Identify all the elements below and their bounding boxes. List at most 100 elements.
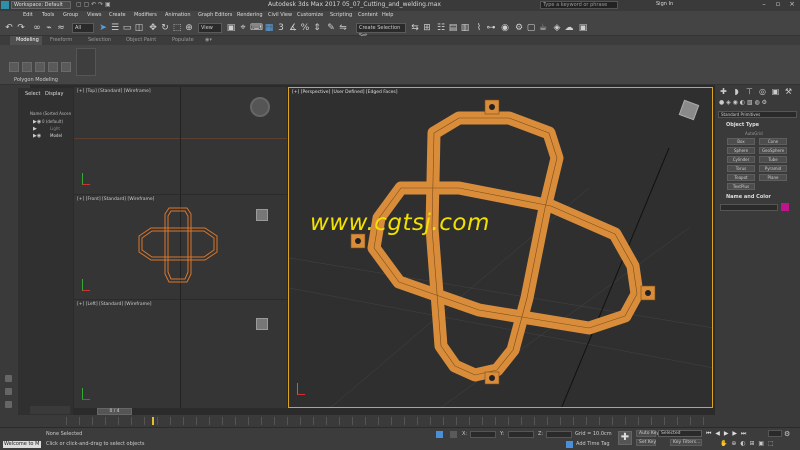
schematic-view-icon[interactable]: ⊶ [486, 23, 496, 33]
maximize-icon[interactable]: ▫ [772, 0, 784, 10]
ribbon-toggle-icon[interactable]: ▥ [460, 23, 470, 33]
x-coordinate-field[interactable] [470, 431, 496, 438]
list-item[interactable]: Light [50, 126, 60, 131]
a360-icon[interactable]: ☁ [564, 23, 574, 33]
rendered-frame-icon[interactable]: ▢ [526, 23, 536, 33]
named-selection-dropdown[interactable]: Create Selection Set [356, 23, 406, 39]
menu-customize[interactable]: Customize [297, 12, 323, 18]
lock-selection-icon[interactable] [436, 431, 443, 438]
textplus-button[interactable]: TextPlus [727, 183, 755, 190]
tab-populate[interactable]: Populate [172, 37, 194, 43]
time-config-icon[interactable]: ⚙ [784, 430, 792, 438]
undo-icon[interactable]: ↶ [4, 23, 14, 33]
sphere-button[interactable]: Sphere [727, 147, 755, 154]
material-editor-icon[interactable]: ◉ [500, 23, 510, 33]
key-filters-button[interactable]: Key Filters... [670, 439, 702, 446]
ribbon-options-icon[interactable]: ◉▾ [205, 37, 212, 43]
teapot-button[interactable]: Teapot [727, 174, 755, 181]
edit-named-selection-icon[interactable]: ✎ [326, 23, 336, 33]
render-icon[interactable]: ☕ [538, 23, 548, 33]
set-key-big-icon[interactable]: ✚ [618, 431, 632, 445]
track-bar[interactable] [0, 415, 800, 427]
ribbon-tool-2-icon[interactable] [22, 62, 32, 72]
menu-help[interactable]: Help [382, 12, 393, 18]
cone-button[interactable]: Cone [759, 138, 787, 145]
set-key-button[interactable]: Set Key [636, 439, 656, 446]
tab-modeling[interactable]: Modeling [16, 37, 39, 43]
mirror-tool-icon[interactable]: ⇆ [410, 23, 420, 33]
place-icon[interactable]: ⊕ [184, 23, 194, 33]
toggle-scene-explorer-icon[interactable]: ☷ [436, 23, 446, 33]
close-icon[interactable]: × [786, 0, 798, 10]
name-and-color-rollout[interactable]: Name and Color [718, 194, 797, 201]
angle-snap-icon[interactable]: ∡ [288, 23, 298, 33]
link-icon[interactable]: ∞ [32, 23, 42, 33]
tube-button[interactable]: Tube [759, 156, 787, 163]
select-by-name-icon[interactable]: ☰ [110, 23, 120, 33]
cylinder-button[interactable]: Cylinder [727, 156, 755, 163]
align-icon[interactable]: ⊞ [422, 23, 432, 33]
tab-freeform[interactable]: Freeform [50, 37, 72, 43]
sign-in-link[interactable]: Sign In [656, 1, 673, 7]
window-crossing-icon[interactable]: ◫ [134, 23, 144, 33]
absolute-mode-icon[interactable] [450, 431, 457, 438]
menu-tools[interactable]: Tools [42, 12, 54, 18]
menu-animation[interactable]: Animation [165, 12, 191, 18]
bind-space-warp-icon[interactable]: ≈ [56, 23, 66, 33]
pyramid-button[interactable]: Pyramid [759, 165, 787, 172]
utilities-tab-icon[interactable]: ⚒ [784, 87, 793, 96]
menu-modifiers[interactable]: Modifiers [134, 12, 157, 18]
modify-tab-icon[interactable]: ◗ [732, 87, 741, 96]
viewport-left-label[interactable]: [+] [Left] [Standard] [Wireframe] [77, 302, 152, 307]
torus-button[interactable]: Torus [727, 165, 755, 172]
ribbon-tool-3-icon[interactable] [35, 62, 45, 72]
add-time-tag[interactable]: Add Time Tag [576, 441, 610, 447]
snap-3d-icon[interactable]: 3 [276, 23, 286, 33]
time-slider[interactable]: 0 / 4 [97, 408, 132, 415]
layer-explorer-icon[interactable]: ▤ [448, 23, 458, 33]
workspace-selector[interactable]: Workspace: Default [11, 1, 71, 9]
maxscript-listener[interactable]: Welcome to M [3, 441, 41, 448]
menu-views[interactable]: Views [87, 12, 101, 18]
select-object-icon[interactable]: ➤ [98, 23, 108, 33]
plane-button[interactable]: Plane [759, 174, 787, 181]
name-field[interactable] [720, 204, 778, 211]
viewcube-icon[interactable] [256, 318, 268, 330]
mirror-icon[interactable]: ⇋ [338, 23, 348, 33]
viewport-front[interactable]: [+] [Front] [Standard] [Wireframe] [74, 195, 287, 299]
display-tab-icon[interactable]: ▣ [771, 87, 780, 96]
search-input[interactable]: Type a keyword or phrase [540, 1, 618, 9]
explorer-bottom-2-icon[interactable] [5, 388, 12, 395]
frame-field[interactable] [768, 430, 782, 437]
menu-edit[interactable]: Edit [23, 12, 33, 18]
explorer-bottom-1-icon[interactable] [5, 375, 12, 382]
region-select-icon[interactable]: ▭ [122, 23, 132, 33]
list-item[interactable]: 0 (default) [42, 119, 63, 124]
viewport-left[interactable]: [+] [Left] [Standard] [Wireframe] [74, 300, 287, 408]
navigation-controls[interactable]: ✋ ⊕ ◐ ⊞ ▣ ⬚ [720, 440, 796, 448]
selection-filter-dropdown[interactable]: All [72, 23, 94, 33]
motion-tab-icon[interactable]: ◎ [758, 87, 767, 96]
ribbon-tool-5-icon[interactable] [61, 62, 71, 72]
geosphere-button[interactable]: GeoSphere [759, 147, 787, 154]
menu-graph-editors[interactable]: Graph Editors [198, 12, 232, 18]
viewport-perspective[interactable]: [+] [Perspective] [User Defined] [Edged … [288, 87, 713, 408]
pivot-center-icon[interactable]: ▣ [226, 23, 236, 33]
eye-icon[interactable]: ▶ [33, 126, 37, 132]
ribbon-small-tools[interactable] [76, 48, 96, 76]
menu-civil-view[interactable]: Civil View [268, 12, 292, 18]
auto-key-button[interactable]: Auto Key [636, 430, 659, 437]
reference-coordinate-dropdown[interactable]: View [198, 23, 222, 33]
toolbar-extra-icon[interactable]: ▣ [578, 23, 588, 33]
box-button[interactable]: Box [727, 138, 755, 145]
primitive-type-dropdown[interactable]: Standard Primitives [718, 111, 797, 118]
render-setup-icon[interactable]: ⚙ [514, 23, 524, 33]
menu-group[interactable]: Group [63, 12, 78, 18]
curve-editor-icon[interactable]: ⌇ [474, 23, 484, 33]
tab-selection[interactable]: Selection [88, 37, 111, 43]
menu-create[interactable]: Create [109, 12, 126, 18]
viewcube-icon[interactable] [256, 209, 268, 221]
viewport-top[interactable]: [+] [Top] [Standard] [Wireframe] [74, 87, 287, 194]
spinner-snap-icon[interactable]: ⇕ [312, 23, 322, 33]
render-online-icon[interactable]: ◈ [552, 23, 562, 33]
